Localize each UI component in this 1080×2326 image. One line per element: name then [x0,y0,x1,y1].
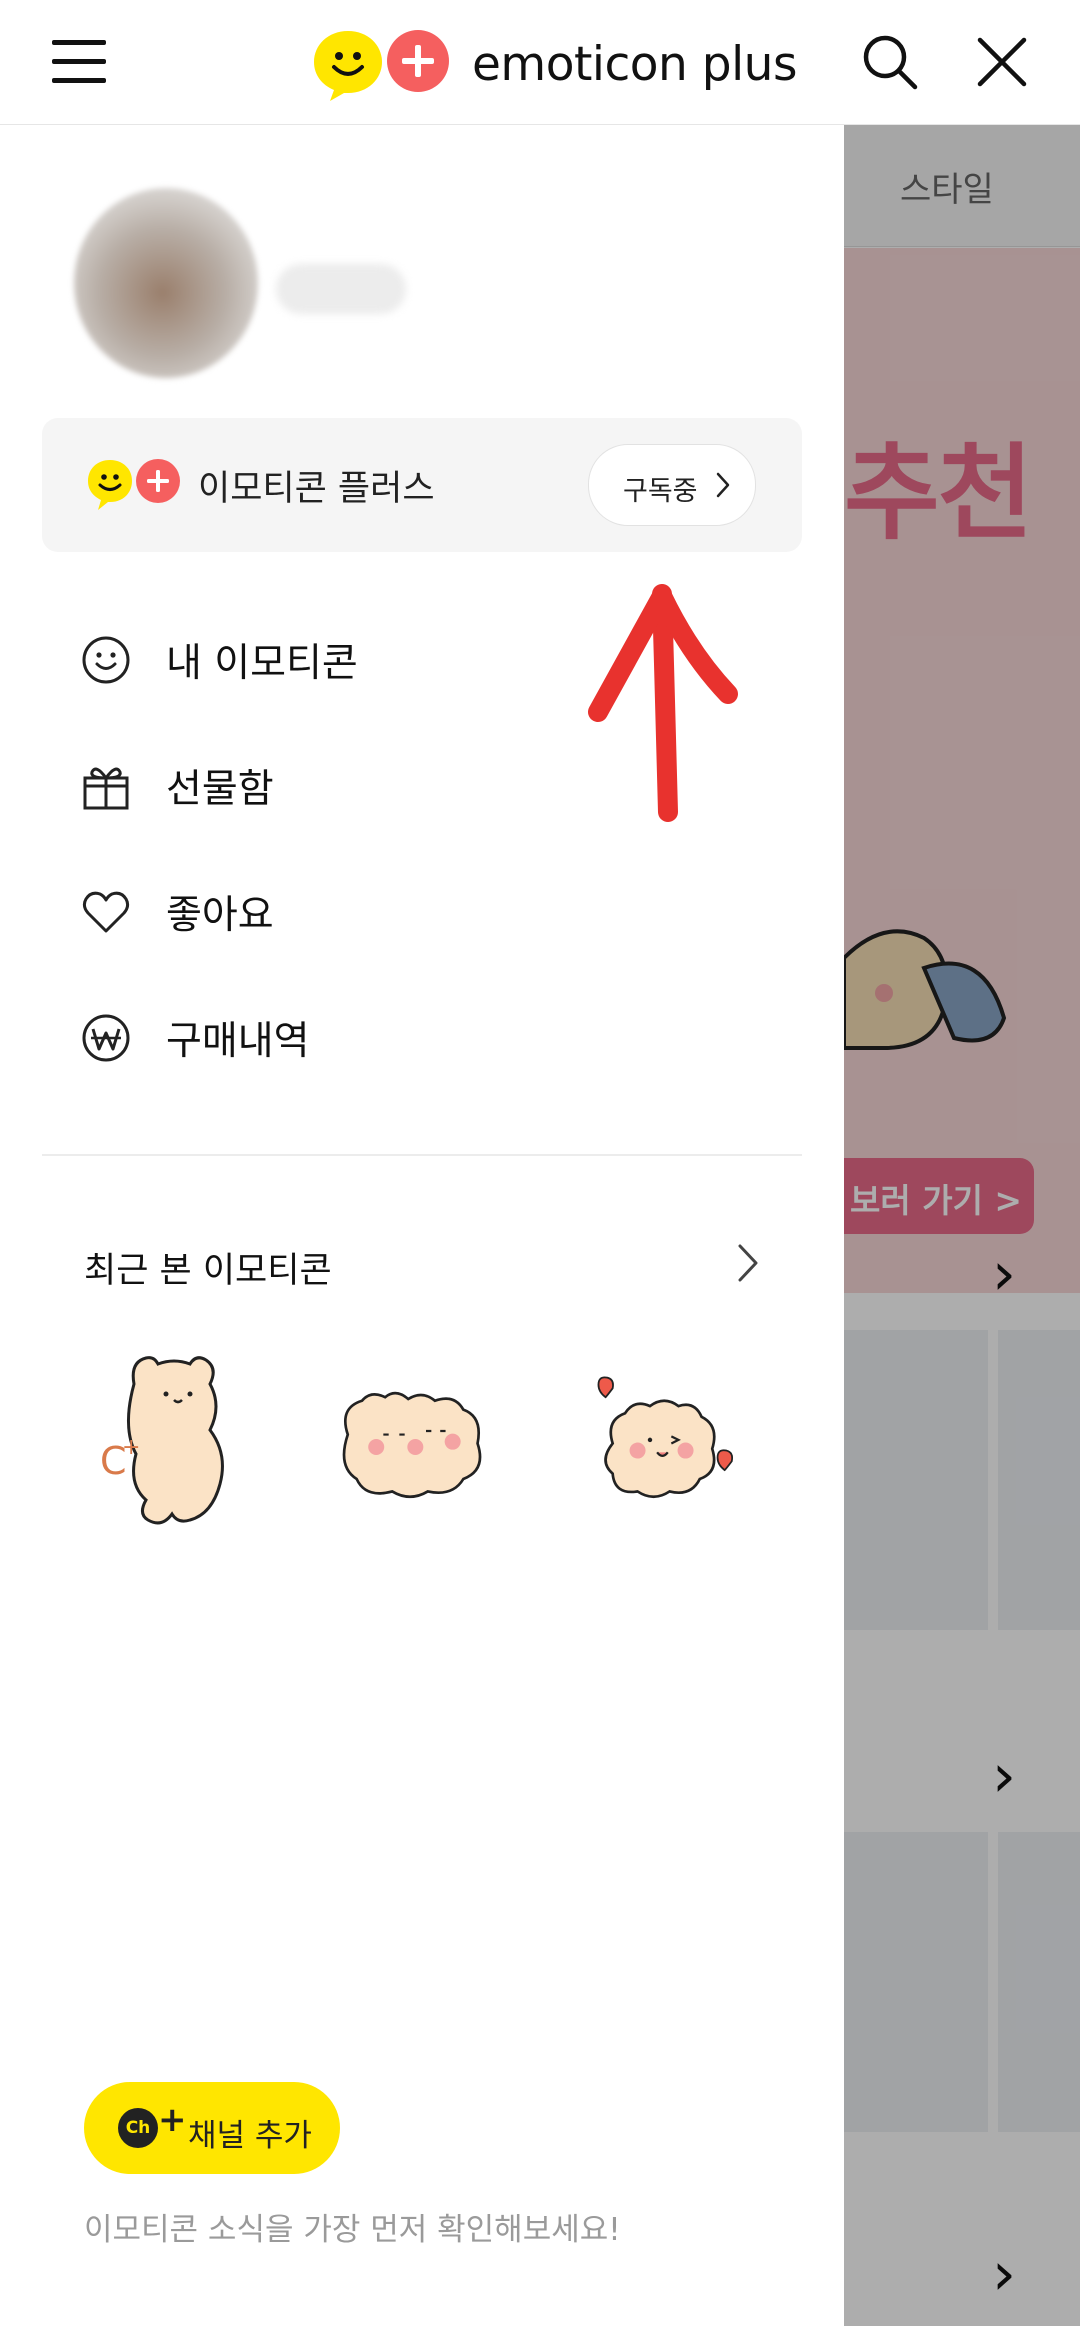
smiley-icon [82,636,130,684]
gift-icon [83,767,129,810]
top-bar: emoticon plus [0,0,1080,125]
close-icon[interactable] [974,34,1030,90]
hamburger-menu-icon[interactable] [52,40,106,84]
menu-label: 좋아요 [166,893,274,938]
bear-sticker-1[interactable]: C + [94,1344,254,1534]
emoticon-plus-logo-icon [314,30,449,101]
recent-emoticons-title[interactable]: 최근 본 이모티콘 [84,1242,332,1293]
bear-sticker-2[interactable] [330,1344,490,1534]
chevron-right-icon [716,472,730,498]
brand-text: emoticon plus [472,36,797,92]
emoticon-plus-label: 이모티콘 플러스 [198,469,435,509]
svg-text:+: + [122,1435,140,1460]
menu-item-my-emoticons[interactable]: 내 이모티콘 [80,630,358,690]
add-channel-button[interactable]: Ch + 채널 추가 [84,2082,340,2174]
emoticon-plus-logo-icon [88,459,180,510]
bear-sticker-3[interactable] [586,1344,746,1534]
search-icon[interactable] [862,34,918,90]
brand-logo: emoticon plus [312,28,797,101]
avatar [74,188,258,378]
user-name-blurred [276,264,406,314]
menu-label: 구매내역 [166,1019,310,1064]
annotation-arrow-icon [588,584,738,822]
footer-note: 이모티콘 소식을 가장 먼저 확인해보세요! [84,2212,621,2248]
add-channel-label: 채널 추가 [188,2118,312,2154]
menu-label: 선물함 [166,767,274,812]
channel-icon: Ch [118,2108,158,2148]
side-drawer: 이모티콘 플러스 구독중 내 이모티콘 선물함 좋아요 구매내역 최근 본 이모… [0,124,844,2326]
subscribed-button[interactable]: 구독중 [588,444,756,526]
dim-overlay[interactable] [844,124,1080,2326]
chevron-right-icon[interactable] [736,1242,760,1284]
menu-item-gift-box[interactable]: 선물함 [80,756,274,816]
heart-icon [82,891,130,933]
divider [42,1154,802,1156]
won-icon [82,1014,130,1062]
menu-item-likes[interactable]: 좋아요 [80,882,274,942]
emoticon-plus-card[interactable]: 이모티콘 플러스 구독중 [42,418,802,552]
subscribed-label: 구독중 [623,476,698,507]
plus-icon: + [158,2100,187,2140]
menu-item-purchase-history[interactable]: 구매내역 [80,1008,310,1068]
menu-label: 내 이모티콘 [166,641,358,686]
